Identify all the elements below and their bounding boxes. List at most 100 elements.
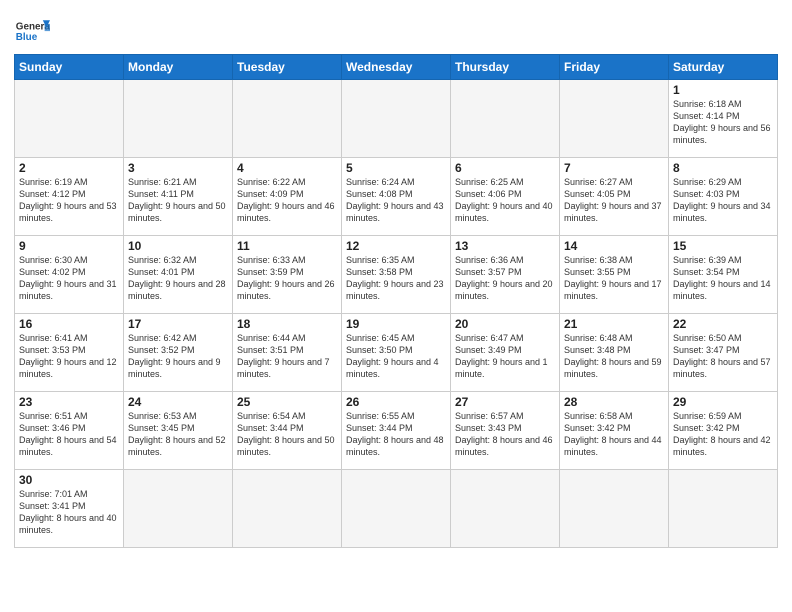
calendar-cell: 28Sunrise: 6:58 AM Sunset: 3:42 PM Dayli… xyxy=(560,392,669,470)
calendar-cell xyxy=(124,80,233,158)
calendar-cell: 7Sunrise: 6:27 AM Sunset: 4:05 PM Daylig… xyxy=(560,158,669,236)
weekday-header-monday: Monday xyxy=(124,55,233,80)
calendar-cell: 13Sunrise: 6:36 AM Sunset: 3:57 PM Dayli… xyxy=(451,236,560,314)
day-number: 19 xyxy=(346,317,446,331)
day-number: 29 xyxy=(673,395,773,409)
day-info: Sunrise: 6:44 AM Sunset: 3:51 PM Dayligh… xyxy=(237,332,337,381)
day-info: Sunrise: 6:33 AM Sunset: 3:59 PM Dayligh… xyxy=(237,254,337,303)
calendar-cell xyxy=(233,80,342,158)
day-number: 27 xyxy=(455,395,555,409)
week-row-6: 30Sunrise: 7:01 AM Sunset: 3:41 PM Dayli… xyxy=(15,470,778,548)
day-number: 15 xyxy=(673,239,773,253)
calendar-cell: 12Sunrise: 6:35 AM Sunset: 3:58 PM Dayli… xyxy=(342,236,451,314)
day-number: 24 xyxy=(128,395,228,409)
week-row-1: 1Sunrise: 6:18 AM Sunset: 4:14 PM Daylig… xyxy=(15,80,778,158)
day-info: Sunrise: 6:47 AM Sunset: 3:49 PM Dayligh… xyxy=(455,332,555,381)
weekday-header-sunday: Sunday xyxy=(15,55,124,80)
day-info: Sunrise: 6:51 AM Sunset: 3:46 PM Dayligh… xyxy=(19,410,119,459)
calendar-cell: 30Sunrise: 7:01 AM Sunset: 3:41 PM Dayli… xyxy=(15,470,124,548)
calendar-cell xyxy=(560,470,669,548)
day-info: Sunrise: 6:55 AM Sunset: 3:44 PM Dayligh… xyxy=(346,410,446,459)
day-info: Sunrise: 6:48 AM Sunset: 3:48 PM Dayligh… xyxy=(564,332,664,381)
day-number: 12 xyxy=(346,239,446,253)
calendar-cell: 2Sunrise: 6:19 AM Sunset: 4:12 PM Daylig… xyxy=(15,158,124,236)
day-number: 16 xyxy=(19,317,119,331)
week-row-5: 23Sunrise: 6:51 AM Sunset: 3:46 PM Dayli… xyxy=(15,392,778,470)
day-number: 28 xyxy=(564,395,664,409)
day-number: 6 xyxy=(455,161,555,175)
weekday-header-row: SundayMondayTuesdayWednesdayThursdayFrid… xyxy=(15,55,778,80)
day-info: Sunrise: 6:53 AM Sunset: 3:45 PM Dayligh… xyxy=(128,410,228,459)
calendar-cell: 3Sunrise: 6:21 AM Sunset: 4:11 PM Daylig… xyxy=(124,158,233,236)
day-number: 11 xyxy=(237,239,337,253)
day-info: Sunrise: 6:25 AM Sunset: 4:06 PM Dayligh… xyxy=(455,176,555,225)
calendar-cell: 9Sunrise: 6:30 AM Sunset: 4:02 PM Daylig… xyxy=(15,236,124,314)
day-number: 14 xyxy=(564,239,664,253)
weekday-header-tuesday: Tuesday xyxy=(233,55,342,80)
week-row-3: 9Sunrise: 6:30 AM Sunset: 4:02 PM Daylig… xyxy=(15,236,778,314)
day-number: 4 xyxy=(237,161,337,175)
day-number: 17 xyxy=(128,317,228,331)
calendar-cell: 20Sunrise: 6:47 AM Sunset: 3:49 PM Dayli… xyxy=(451,314,560,392)
day-info: Sunrise: 6:36 AM Sunset: 3:57 PM Dayligh… xyxy=(455,254,555,303)
logo: General Blue xyxy=(14,16,50,48)
day-number: 10 xyxy=(128,239,228,253)
calendar-cell: 10Sunrise: 6:32 AM Sunset: 4:01 PM Dayli… xyxy=(124,236,233,314)
day-number: 25 xyxy=(237,395,337,409)
calendar-cell xyxy=(342,470,451,548)
day-number: 26 xyxy=(346,395,446,409)
calendar-cell: 25Sunrise: 6:54 AM Sunset: 3:44 PM Dayli… xyxy=(233,392,342,470)
day-info: Sunrise: 7:01 AM Sunset: 3:41 PM Dayligh… xyxy=(19,488,119,537)
day-info: Sunrise: 6:32 AM Sunset: 4:01 PM Dayligh… xyxy=(128,254,228,303)
calendar-cell: 16Sunrise: 6:41 AM Sunset: 3:53 PM Dayli… xyxy=(15,314,124,392)
calendar-cell: 14Sunrise: 6:38 AM Sunset: 3:55 PM Dayli… xyxy=(560,236,669,314)
day-info: Sunrise: 6:39 AM Sunset: 3:54 PM Dayligh… xyxy=(673,254,773,303)
day-info: Sunrise: 6:35 AM Sunset: 3:58 PM Dayligh… xyxy=(346,254,446,303)
calendar-cell: 8Sunrise: 6:29 AM Sunset: 4:03 PM Daylig… xyxy=(669,158,778,236)
calendar-cell: 23Sunrise: 6:51 AM Sunset: 3:46 PM Dayli… xyxy=(15,392,124,470)
day-number: 13 xyxy=(455,239,555,253)
calendar-cell: 5Sunrise: 6:24 AM Sunset: 4:08 PM Daylig… xyxy=(342,158,451,236)
calendar-cell: 26Sunrise: 6:55 AM Sunset: 3:44 PM Dayli… xyxy=(342,392,451,470)
day-number: 20 xyxy=(455,317,555,331)
day-number: 2 xyxy=(19,161,119,175)
day-number: 3 xyxy=(128,161,228,175)
calendar-cell xyxy=(451,470,560,548)
weekday-header-friday: Friday xyxy=(560,55,669,80)
calendar-cell: 18Sunrise: 6:44 AM Sunset: 3:51 PM Dayli… xyxy=(233,314,342,392)
day-info: Sunrise: 6:41 AM Sunset: 3:53 PM Dayligh… xyxy=(19,332,119,381)
calendar-cell: 15Sunrise: 6:39 AM Sunset: 3:54 PM Dayli… xyxy=(669,236,778,314)
calendar-cell: 4Sunrise: 6:22 AM Sunset: 4:09 PM Daylig… xyxy=(233,158,342,236)
day-info: Sunrise: 6:27 AM Sunset: 4:05 PM Dayligh… xyxy=(564,176,664,225)
day-info: Sunrise: 6:29 AM Sunset: 4:03 PM Dayligh… xyxy=(673,176,773,225)
day-number: 9 xyxy=(19,239,119,253)
day-number: 5 xyxy=(346,161,446,175)
day-info: Sunrise: 6:38 AM Sunset: 3:55 PM Dayligh… xyxy=(564,254,664,303)
calendar: SundayMondayTuesdayWednesdayThursdayFrid… xyxy=(14,54,778,548)
calendar-cell: 11Sunrise: 6:33 AM Sunset: 3:59 PM Dayli… xyxy=(233,236,342,314)
day-info: Sunrise: 6:18 AM Sunset: 4:14 PM Dayligh… xyxy=(673,98,773,147)
weekday-header-saturday: Saturday xyxy=(669,55,778,80)
day-info: Sunrise: 6:58 AM Sunset: 3:42 PM Dayligh… xyxy=(564,410,664,459)
calendar-cell: 17Sunrise: 6:42 AM Sunset: 3:52 PM Dayli… xyxy=(124,314,233,392)
week-row-4: 16Sunrise: 6:41 AM Sunset: 3:53 PM Dayli… xyxy=(15,314,778,392)
calendar-cell xyxy=(560,80,669,158)
day-info: Sunrise: 6:30 AM Sunset: 4:02 PM Dayligh… xyxy=(19,254,119,303)
svg-text:Blue: Blue xyxy=(16,32,38,43)
calendar-cell xyxy=(451,80,560,158)
calendar-cell: 24Sunrise: 6:53 AM Sunset: 3:45 PM Dayli… xyxy=(124,392,233,470)
day-info: Sunrise: 6:24 AM Sunset: 4:08 PM Dayligh… xyxy=(346,176,446,225)
calendar-cell: 22Sunrise: 6:50 AM Sunset: 3:47 PM Dayli… xyxy=(669,314,778,392)
header: General Blue xyxy=(14,10,778,48)
day-info: Sunrise: 6:45 AM Sunset: 3:50 PM Dayligh… xyxy=(346,332,446,381)
calendar-cell: 6Sunrise: 6:25 AM Sunset: 4:06 PM Daylig… xyxy=(451,158,560,236)
calendar-cell xyxy=(15,80,124,158)
calendar-cell xyxy=(233,470,342,548)
day-number: 18 xyxy=(237,317,337,331)
day-info: Sunrise: 6:42 AM Sunset: 3:52 PM Dayligh… xyxy=(128,332,228,381)
calendar-cell: 21Sunrise: 6:48 AM Sunset: 3:48 PM Dayli… xyxy=(560,314,669,392)
calendar-cell: 1Sunrise: 6:18 AM Sunset: 4:14 PM Daylig… xyxy=(669,80,778,158)
day-number: 7 xyxy=(564,161,664,175)
day-number: 1 xyxy=(673,83,773,97)
calendar-cell: 19Sunrise: 6:45 AM Sunset: 3:50 PM Dayli… xyxy=(342,314,451,392)
